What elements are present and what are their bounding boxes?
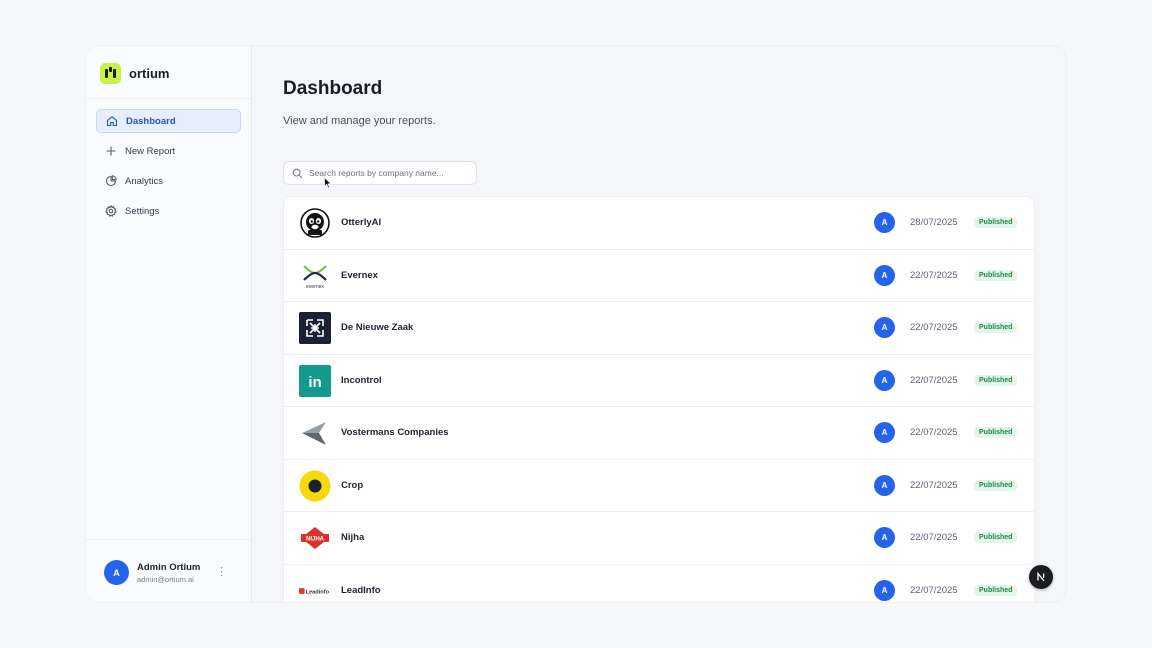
- logo-text: NIJHA: [306, 536, 325, 542]
- divider: [86, 539, 251, 540]
- report-date: 22/07/2025: [910, 269, 958, 281]
- leadinfo-logo-icon: Leadinfo: [299, 575, 331, 603]
- page-title: Dashboard: [283, 78, 383, 99]
- company-name: Evernex: [341, 269, 378, 281]
- table-row[interactable]: Vostermans Companies A 22/07/2025 Publis…: [284, 407, 1034, 460]
- sidebar-item-label: Analytics: [125, 175, 164, 187]
- report-date: 22/07/2025: [910, 374, 958, 386]
- main-content: Dashboard View and manage your reports. …: [252, 46, 1066, 602]
- avatar: A: [874, 264, 895, 286]
- otterly-logo-icon: [299, 207, 331, 239]
- avatar: A: [874, 212, 895, 234]
- avatar: A: [874, 579, 895, 601]
- sidebar: ortium Dashboard New Report Analytics Se…: [86, 46, 252, 602]
- sidebar-item-label: Settings: [125, 205, 160, 217]
- more-vertical-icon[interactable]: ⋮: [216, 567, 227, 578]
- company-name: Nijha: [341, 532, 365, 544]
- report-date: 28/07/2025: [910, 217, 958, 229]
- avatar: A: [874, 527, 895, 549]
- table-row[interactable]: evernex Evernex A 22/07/2025 Published: [284, 250, 1034, 302]
- status-badge: Published: [974, 479, 1018, 491]
- vostermans-logo-icon: [299, 417, 331, 449]
- sidebar-item-dashboard[interactable]: Dashboard: [96, 109, 241, 133]
- logo-text: in: [308, 374, 321, 391]
- search-icon: [292, 168, 303, 178]
- gear-icon: [105, 205, 117, 217]
- table-row[interactable]: OtterlyAI A 28/07/2025 Published: [284, 197, 1034, 250]
- report-date: 22/07/2025: [910, 322, 958, 334]
- incontrol-logo-icon: in: [299, 364, 331, 397]
- logo-text: Leadinfo: [306, 589, 330, 595]
- divider: [86, 98, 251, 99]
- report-date: 22/07/2025: [910, 584, 958, 596]
- company-name: LeadInfo: [341, 584, 381, 596]
- brand-name: ortium: [129, 65, 170, 81]
- brand[interactable]: ortium: [100, 62, 169, 84]
- avatar: A: [874, 474, 895, 496]
- avatar: A: [104, 560, 129, 585]
- sidebar-item-label: Dashboard: [126, 115, 176, 127]
- report-date: 22/07/2025: [910, 532, 958, 544]
- de-nieuwe-zaak-logo-icon: [299, 312, 331, 344]
- crop-logo-icon: [299, 470, 331, 502]
- report-date: 22/07/2025: [910, 479, 958, 491]
- search-input[interactable]: [309, 168, 469, 178]
- avatar: A: [874, 422, 895, 444]
- sidebar-item-settings[interactable]: Settings: [96, 199, 241, 223]
- company-name: OtterlyAI: [341, 217, 382, 229]
- sidebar-item-label: New Report: [125, 145, 176, 157]
- status-badge: Published: [974, 532, 1018, 544]
- plus-icon: [106, 146, 116, 156]
- nextjs-icon: [1037, 571, 1045, 582]
- sidebar-item-new-report[interactable]: New Report: [96, 139, 241, 163]
- status-badge: Published: [974, 427, 1018, 439]
- sidebar-item-analytics[interactable]: Analytics: [96, 169, 241, 193]
- user-email: admin@ortium.ai: [137, 574, 194, 584]
- company-name: Incontrol: [341, 374, 382, 386]
- user-name: Admin Ortium: [137, 561, 201, 573]
- table-row[interactable]: in Incontrol A 22/07/2025 Published: [284, 355, 1034, 407]
- status-badge: Published: [974, 584, 1018, 596]
- app-window: ortium Dashboard New Report Analytics Se…: [86, 46, 1066, 602]
- mouse-cursor-icon: [324, 177, 332, 189]
- table-row[interactable]: Leadinfo LeadInfo A 22/07/2025 Published: [284, 565, 1034, 603]
- pie-chart-icon: [105, 175, 117, 187]
- company-name: Vostermans Companies: [341, 427, 449, 439]
- table-row[interactable]: NIJHA Nijha A 22/07/2025 Published: [284, 512, 1034, 565]
- status-badge: Published: [974, 322, 1018, 334]
- home-icon: [106, 116, 118, 127]
- nextjs-dev-tools-button[interactable]: [1029, 565, 1053, 589]
- evernex-logo-icon: evernex: [299, 260, 331, 292]
- company-name: Crop: [341, 479, 364, 491]
- status-badge: Published: [974, 374, 1018, 386]
- search-box[interactable]: [283, 161, 477, 185]
- table-row[interactable]: Crop A 22/07/2025 Published: [284, 460, 1034, 512]
- avatar: A: [874, 369, 895, 391]
- user-profile[interactable]: A Admin Ortium admin@ortium.ai: [104, 560, 200, 585]
- page-subtitle: View and manage your reports.: [283, 115, 436, 127]
- avatar: A: [874, 317, 895, 339]
- reports-list: OtterlyAI A 28/07/2025 Published evernex…: [283, 196, 1035, 602]
- nijha-logo-icon: NIJHA: [299, 522, 331, 554]
- company-name: De Nieuwe Zaak: [341, 322, 414, 334]
- status-badge: Published: [974, 217, 1018, 229]
- logo-text: evernex: [306, 284, 324, 290]
- report-date: 22/07/2025: [910, 427, 958, 439]
- ortium-logo-icon: [100, 62, 121, 84]
- status-badge: Published: [974, 269, 1018, 281]
- table-row[interactable]: De Nieuwe Zaak A 22/07/2025 Published: [284, 302, 1034, 355]
- sidebar-nav: Dashboard New Report Analytics Settings: [96, 109, 241, 229]
